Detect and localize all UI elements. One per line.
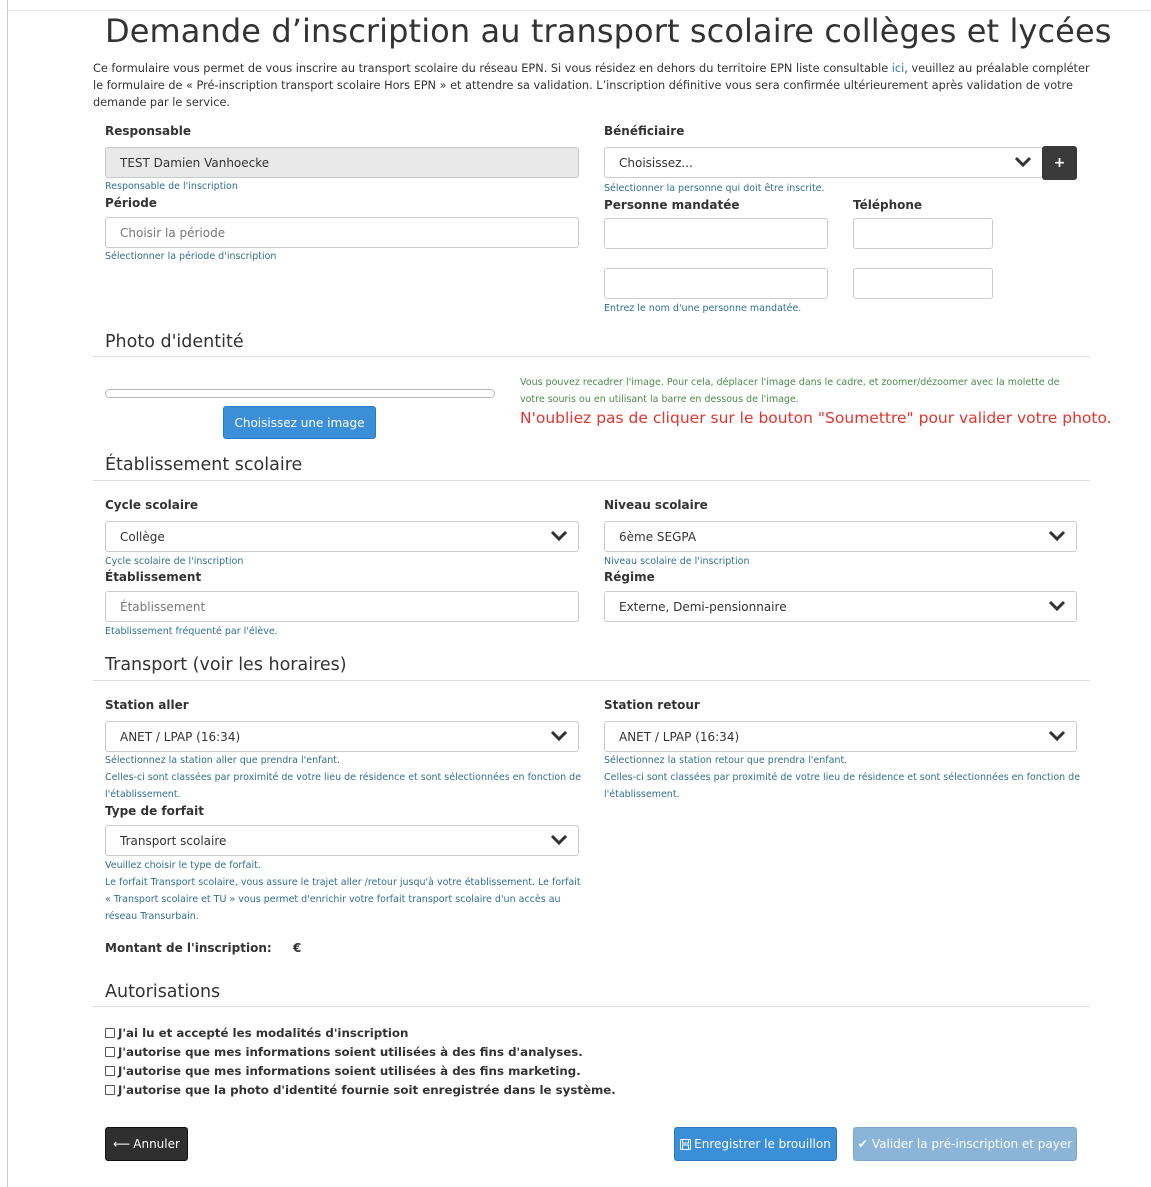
chevron-down-icon (550, 834, 568, 846)
chevron-down-icon (550, 730, 568, 742)
cycle-value: Collège (120, 529, 165, 544)
cycle-help: Cycle scolaire de l'inscription (105, 556, 244, 567)
page-title: Demande d’inscription au transport scola… (105, 12, 1112, 50)
station-aller-help-details: Celles-ci sont classées par proximité de… (105, 772, 582, 800)
save-draft-label: Enregistrer le brouillon (694, 1137, 831, 1151)
checkbox[interactable] (105, 1047, 115, 1057)
periode-help: Sélectionner la période d'inscription (105, 251, 277, 262)
beneficiaire-help: Sélectionner la personne qui doit être i… (604, 183, 825, 194)
niveau-select[interactable]: 6ème SEGPA (604, 521, 1077, 552)
beneficiaire-select[interactable]: Choisissez... (604, 147, 1043, 178)
mandataire-label: Personne mandatée (604, 198, 740, 212)
etablissement-help: Etablissement fréquenté par l'élève. (105, 626, 278, 637)
mandataire-help: Entrez le nom d'une personne mandatée. (604, 303, 802, 314)
divider (93, 480, 1090, 481)
niveau-label: Niveau scolaire (604, 498, 708, 512)
check-icon: ✔ (857, 1137, 868, 1151)
montant-value: € (293, 941, 302, 955)
validate-pay-button[interactable]: ✔ Valider la pré-inscription et payer (853, 1127, 1077, 1161)
consent-label: J'autorise que la photo d'identité fourn… (118, 1083, 616, 1097)
station-retour-select[interactable]: ANET / LPAP (16:34) (604, 721, 1077, 752)
periode-input[interactable]: Choisir la période (105, 217, 579, 248)
photo-note: Vous pouvez recadrer l'image. Pour cela,… (520, 377, 1060, 405)
choose-image-button[interactable]: Choisissez une image (223, 406, 376, 439)
chevron-down-icon (1048, 530, 1066, 542)
autorisations-section-title: Autorisations (105, 982, 221, 1002)
photo-warning: N'oubliez pas de cliquer sur le bouton "… (520, 409, 1112, 427)
responsable-label: Responsable (105, 124, 191, 138)
page-frame-top (7, 10, 1151, 11)
responsable-help: Responsable de l'inscription (105, 181, 238, 192)
etablissement-label: Établissement (105, 570, 202, 584)
transport-section-title: Transport (voir les horaires) (105, 655, 347, 675)
telephone-input-2[interactable] (853, 268, 993, 299)
niveau-value: 6ème SEGPA (619, 529, 697, 544)
montant-label: Montant de l'inscription: (105, 941, 272, 955)
periode-label: Période (105, 196, 157, 210)
chevron-down-icon (1014, 156, 1032, 168)
station-retour-value: ANET / LPAP (16:34) (619, 729, 740, 744)
cancel-label: Annuler (133, 1137, 180, 1151)
regime-select[interactable]: Externe, Demi-pensionnaire (604, 591, 1077, 622)
mandataire-name-input-1[interactable] (604, 218, 828, 249)
beneficiaire-value: Choisissez... (619, 155, 693, 170)
niveau-help: Niveau scolaire de l'inscription (604, 556, 750, 567)
telephone-input-1[interactable] (853, 218, 993, 249)
consent-modalites[interactable]: J'ai lu et accepté les modalités d'inscr… (105, 1026, 408, 1040)
station-aller-help: Sélectionnez la station aller que prendr… (105, 755, 341, 766)
station-retour-help: Sélectionnez la station retour que prend… (604, 755, 848, 766)
image-zoom-bar[interactable] (105, 389, 495, 398)
consent-marketing[interactable]: J'autorise que mes informations soient u… (105, 1064, 581, 1078)
intro-text-part: Ce formulaire vous permet de vous inscri… (93, 62, 892, 75)
station-aller-value: ANET / LPAP (16:34) (120, 729, 241, 744)
responsable-field: TEST Damien Vanhoecke (105, 147, 579, 178)
regime-value: Externe, Demi-pensionnaire (619, 599, 787, 614)
chevron-down-icon (1048, 730, 1066, 742)
save-draft-button[interactable]: Enregistrer le brouillon (674, 1127, 837, 1161)
forfait-help: Veuillez choisir le type de forfait. (105, 860, 261, 871)
divider (93, 680, 1090, 681)
checkbox[interactable] (105, 1028, 115, 1038)
checkbox[interactable] (105, 1066, 115, 1076)
intro-link[interactable]: ici (892, 62, 905, 75)
chevron-down-icon (1048, 600, 1066, 612)
etablissement-section-title: Établissement scolaire (105, 455, 303, 475)
intro-text: Ce formulaire vous permet de vous inscri… (93, 60, 1093, 111)
arrow-left-icon: ⟵ (113, 1137, 131, 1151)
responsable-value: TEST Damien Vanhoecke (120, 155, 270, 170)
photo-section-title: Photo d'identité (105, 332, 244, 352)
periode-placeholder: Choisir la période (120, 225, 226, 240)
consent-analyses[interactable]: J'autorise que mes informations soient u… (105, 1045, 583, 1059)
station-aller-select[interactable]: ANET / LPAP (16:34) (105, 721, 579, 752)
forfait-value: Transport scolaire (120, 833, 227, 848)
station-retour-label: Station retour (604, 698, 700, 712)
divider (93, 356, 1090, 357)
forfait-select[interactable]: Transport scolaire (105, 825, 579, 856)
checkbox[interactable] (105, 1085, 115, 1095)
cycle-select[interactable]: Collège (105, 521, 579, 552)
etablissement-input[interactable]: Établissement (105, 591, 579, 622)
mandataire-name-input-2[interactable] (604, 268, 828, 299)
forfait-help-details: Le forfait Transport scolaire, vous assu… (105, 877, 581, 922)
validate-pay-label: Valider la pré-inscription et payer (871, 1137, 1073, 1151)
cancel-button[interactable]: ⟵ Annuler (105, 1127, 188, 1161)
consent-photo[interactable]: J'autorise que la photo d'identité fourn… (105, 1083, 616, 1097)
station-retour-help-details: Celles-ci sont classées par proximité de… (604, 772, 1081, 800)
cycle-label: Cycle scolaire (105, 498, 199, 512)
regime-label: Régime (604, 570, 655, 584)
telephone-label: Téléphone (853, 198, 923, 212)
consent-label: J'ai lu et accepté les modalités d'inscr… (118, 1026, 409, 1040)
forfait-label: Type de forfait (105, 804, 204, 818)
station-aller-label: Station aller (105, 698, 189, 712)
divider (93, 1006, 1090, 1007)
consent-label: J'autorise que mes informations soient u… (118, 1045, 583, 1059)
etablissement-placeholder: Établissement (120, 599, 206, 614)
add-beneficiaire-button[interactable]: + (1042, 146, 1077, 180)
page-frame-left (7, 0, 8, 1187)
consent-label: J'autorise que mes informations soient u… (118, 1064, 581, 1078)
floppy-disk-icon (680, 1138, 692, 1150)
beneficiaire-label: Bénéficiaire (604, 124, 685, 138)
chevron-down-icon (550, 530, 568, 542)
